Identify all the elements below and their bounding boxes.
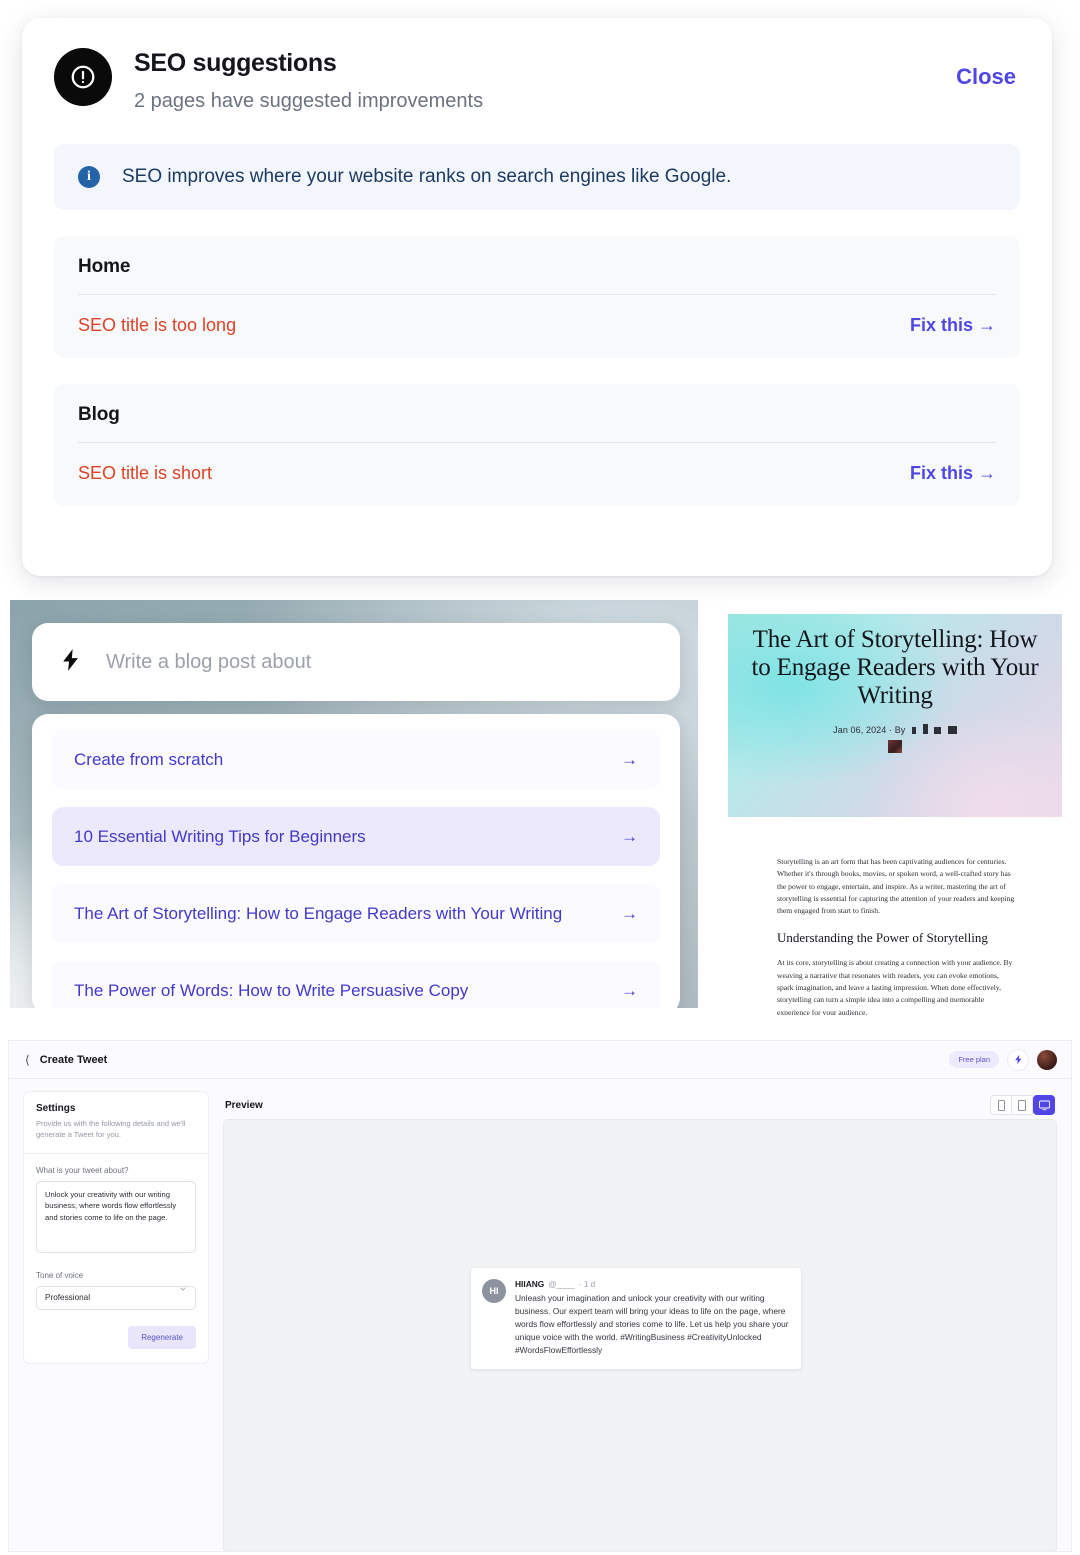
tablet-view-button[interactable] (1011, 1095, 1033, 1115)
article-by-label: · By (889, 725, 906, 735)
device-toggle-group (990, 1095, 1055, 1115)
plan-badge[interactable]: Free plan (949, 1051, 999, 1068)
blog-prompt-bar[interactable]: Write a blog post about (32, 623, 680, 701)
chevron-left-icon[interactable]: ⟨ (25, 1053, 30, 1067)
article-heading-2: Understanding the Power of Storytelling (777, 930, 988, 946)
suggestion-label: The Art of Storytelling: How to Engage R… (74, 903, 563, 923)
article-body: Storytelling is an art form that has bee… (777, 856, 1017, 1015)
avatar: HI (482, 1279, 506, 1303)
tweet-meta: HIIANG @____ · 1 d (515, 1279, 789, 1289)
app-title: Create Tweet (39, 1053, 108, 1066)
tone-of-voice-select[interactable]: ProfessionalCasualFriendlyWittyBold (36, 1285, 196, 1310)
tweet-topic-label: What is your tweet about? (36, 1165, 129, 1175)
tone-of-voice-label: Tone of voice (36, 1270, 84, 1280)
article-hero: The Art of Storytelling: How to Engage R… (728, 614, 1062, 817)
suggestion-label: Create from scratch (74, 749, 224, 769)
settings-panel: Settings Provide us with the following d… (23, 1091, 209, 1364)
article-paragraph-2: At its core, storytelling is about creat… (777, 958, 1013, 1015)
seo-group-home: Home SEO title is too long Fix this → (54, 236, 1020, 358)
tweet-handle: @____ (548, 1280, 575, 1289)
article-paragraph-1: Storytelling is an art form that has bee… (777, 857, 1015, 916)
suggestion-writing-tips[interactable]: 10 Essential Writing Tips for Beginners … (52, 807, 660, 866)
close-button[interactable]: Close (956, 46, 1022, 90)
settings-description: Provide us with the following details an… (36, 1119, 186, 1139)
seo-group-blog: Blog SEO title is short Fix this → (54, 384, 1020, 506)
fix-this-link[interactable]: Fix this → (910, 315, 996, 336)
lightning-bolt-icon[interactable] (1008, 1049, 1028, 1070)
redacted-author-4 (947, 726, 957, 734)
settings-header: Settings Provide us with the following d… (24, 1092, 208, 1154)
seo-modal-subtitle: 2 pages have suggested improvements (134, 90, 484, 112)
create-tweet-app: ⟨ Create Tweet Free plan Settings Provid… (8, 1040, 1072, 1552)
mobile-view-button[interactable] (990, 1095, 1012, 1115)
suggestion-art-of-storytelling[interactable]: The Art of Storytelling: How to Engage R… (52, 884, 660, 943)
seo-modal-heading-block: SEO suggestions 2 pages have suggested i… (134, 46, 483, 114)
tweet-timestamp: · 1 d (578, 1280, 596, 1289)
suggestion-create-from-scratch[interactable]: Create from scratch → (52, 730, 660, 789)
arrow-right-icon: → (621, 749, 638, 769)
blog-suggestions-card: Create from scratch → 10 Essential Writi… (32, 714, 680, 1008)
regenerate-button[interactable]: Regenerate (128, 1325, 196, 1349)
redacted-author-3 (934, 727, 942, 734)
article-byline: Jan 06, 2024 · By (728, 724, 1062, 735)
suggestion-power-of-words[interactable]: The Power of Words: How to Write Persuas… (52, 961, 660, 1008)
info-icon: i (78, 166, 100, 188)
seo-issue-text: SEO title is too long (78, 315, 237, 335)
settings-title: Settings (36, 1103, 76, 1114)
page-title: SEO suggestions (134, 49, 337, 77)
tone-of-voice-group: Tone of voice ProfessionalCasualFriendly… (36, 1271, 196, 1310)
seo-issue-text: SEO title is short (78, 463, 213, 483)
preview-label: Preview (225, 1099, 263, 1111)
header-actions: Free plan (949, 1049, 1057, 1070)
tweet-topic-input[interactable] (36, 1180, 196, 1253)
tweet-display-name: HIIANG (515, 1279, 545, 1289)
article-date: Jan 06, 2024 (833, 725, 887, 735)
suggestion-label: 10 Essential Writing Tips for Beginners (74, 826, 366, 846)
article-title: The Art of Storytelling: How to Engage R… (751, 626, 1039, 709)
desktop-view-button[interactable] (1033, 1095, 1055, 1115)
arrow-right-icon: → (621, 903, 638, 923)
preview-header: Preview (223, 1091, 1057, 1119)
lightning-bolt-icon (58, 647, 84, 678)
author-avatar (888, 740, 902, 753)
blog-prompt-placeholder: Write a blog post about (106, 650, 312, 673)
preview-canvas: HI HIIANG @____ · 1 d Unleash your imagi… (223, 1119, 1057, 1551)
arrow-right-icon: → (621, 980, 638, 1000)
divider (78, 442, 996, 443)
app-body: Settings Provide us with the following d… (9, 1079, 1071, 1551)
avatar[interactable] (1037, 1049, 1057, 1070)
alert-circle-icon (54, 48, 112, 106)
seo-info-text: SEO improves where your website ranks on… (122, 166, 732, 187)
fix-this-link[interactable]: Fix this → (910, 463, 996, 484)
seo-issue-row: SEO title is too long Fix this → (78, 315, 996, 336)
app-header: ⟨ Create Tweet Free plan (9, 1041, 1071, 1079)
seo-issue-row: SEO title is short Fix this → (78, 463, 996, 484)
seo-group-name: Blog (78, 404, 120, 425)
blog-generator-panel: Write a blog post about Create from scra… (10, 600, 698, 1008)
tweet-body-text: Unleash your imagination and unlock your… (515, 1293, 789, 1356)
arrow-right-icon: → (621, 826, 638, 846)
article-preview-panel: The Art of Storytelling: How to Engage R… (728, 600, 1068, 1015)
settings-form: What is your tweet about? Tone of voice … (24, 1154, 208, 1363)
redacted-author-2 (922, 724, 928, 734)
seo-info-banner: i SEO improves where your website ranks … (54, 144, 1020, 210)
tweet-content: HIIANG @____ · 1 d Unleash your imaginat… (515, 1279, 789, 1357)
seo-modal-header: SEO suggestions 2 pages have suggested i… (22, 18, 1052, 114)
seo-group-name: Home (78, 256, 131, 277)
seo-suggestions-modal: SEO suggestions 2 pages have suggested i… (22, 18, 1052, 576)
divider (78, 294, 996, 295)
tweet-preview-card: HI HIIANG @____ · 1 d Unleash your imagi… (471, 1268, 801, 1370)
preview-panel: Preview HI HIIANG @____ · 1 d Unleash yo… (223, 1091, 1057, 1551)
suggestion-label: The Power of Words: How to Write Persuas… (74, 980, 469, 1000)
redacted-author-1 (912, 727, 917, 734)
